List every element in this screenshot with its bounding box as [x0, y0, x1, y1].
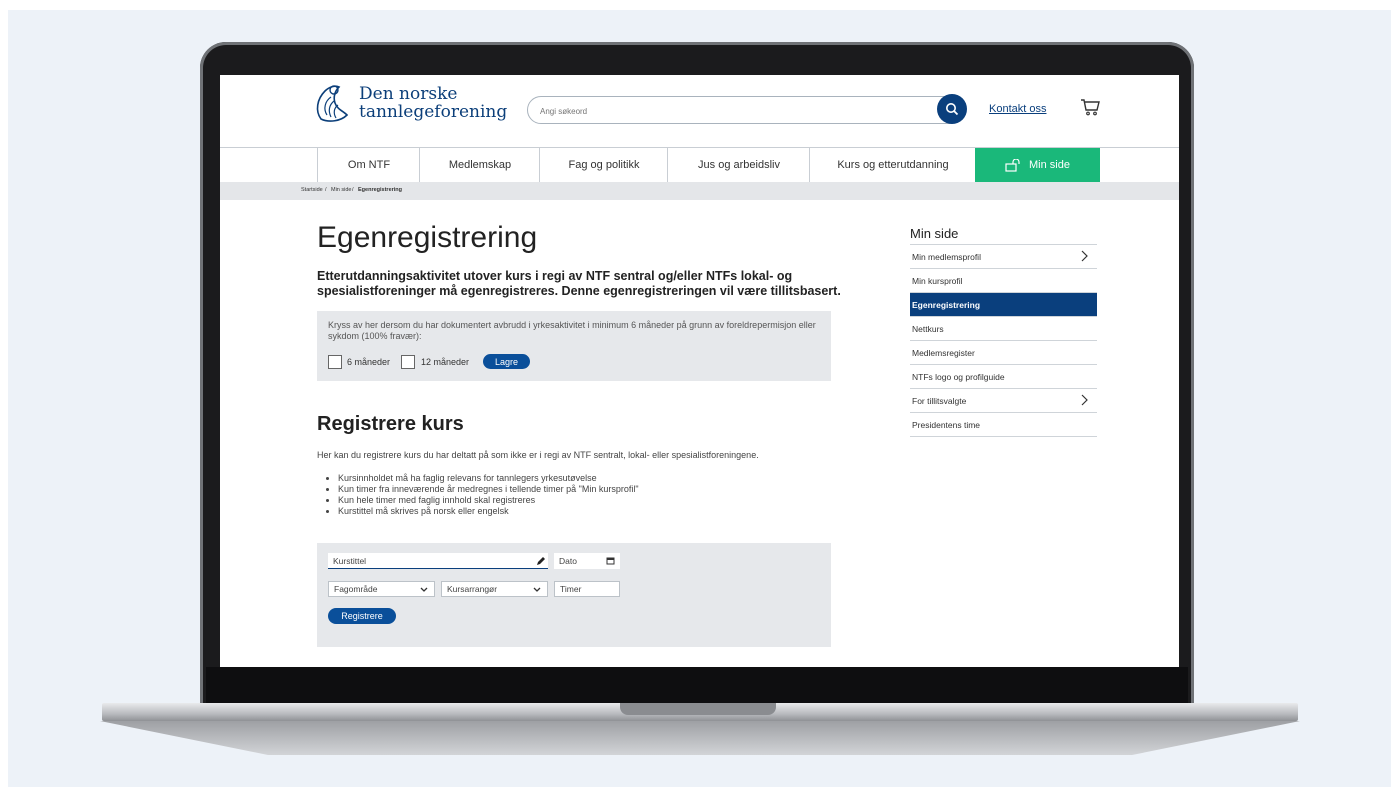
sidebar-item-label: NTFs logo og profilguide	[912, 371, 1005, 382]
laptop-shadow	[100, 721, 1300, 755]
nav-item-label: Jus og arbeidsliv	[698, 159, 780, 171]
chevron-down-icon	[533, 587, 541, 592]
sidebar-item-label: Egenregistrering	[912, 299, 981, 310]
sidebar-item-label: Min kursprofil	[912, 275, 963, 286]
chevron-right-icon	[1081, 394, 1088, 406]
sidebar-menu: Min medlemsprofil Min kursprofil Egenreg…	[910, 244, 1097, 437]
sidebar-item-egenregistrering[interactable]: Egenregistrering	[910, 293, 1097, 317]
organizer-placeholder: Kursarrangør	[447, 584, 498, 594]
sidebar-item-label: Presidentens time	[912, 419, 981, 430]
list-item: Kursinnholdet må ha faglig relevans for …	[338, 473, 639, 484]
nav-item-label: Medlemskap	[448, 159, 512, 171]
register-button[interactable]: Registrere	[328, 608, 396, 624]
logo-emblem-icon	[316, 85, 349, 122]
laptop-notch	[620, 703, 776, 715]
nav-item-om-ntf[interactable]: Om NTF	[317, 148, 420, 182]
sidebar-title: Min side	[910, 226, 959, 241]
subject-area-placeholder: Fagområde	[334, 584, 378, 594]
course-title-field[interactable]: Kurstittel	[328, 553, 548, 569]
laptop-bezel	[206, 667, 1188, 705]
search-input[interactable]	[538, 97, 922, 125]
nav-item-label: Fag og politikk	[568, 159, 640, 171]
contact-link[interactable]: Kontakt oss	[989, 103, 1046, 115]
nav-item-min-side[interactable]: Min side	[975, 148, 1100, 182]
sidebar-item-min-kursprofil[interactable]: Min kursprofil	[910, 269, 1097, 293]
nav-item-label: Min side	[1029, 159, 1070, 171]
nav-item-fag-og-politikk[interactable]: Fag og politikk	[539, 148, 668, 182]
course-rules-list: Kursinnholdet må ha faglig relevans for …	[328, 473, 639, 517]
nav-item-label: Kurs og etterutdanning	[837, 159, 949, 171]
sidebar-item-min-medlemsprofil[interactable]: Min medlemsprofil	[910, 245, 1097, 269]
cart-button[interactable]	[1080, 98, 1100, 121]
absence-panel: Kryss av her dersom du har dokumentert a…	[317, 311, 831, 381]
intro-text: Etterutdanningsaktivitet utover kurs i r…	[317, 269, 841, 298]
save-button[interactable]: Lagre	[483, 354, 530, 369]
search-button[interactable]	[937, 94, 967, 124]
checkbox-6-months[interactable]	[328, 355, 342, 369]
breadcrumb-separator: /	[325, 187, 327, 193]
checkbox-12-months[interactable]	[401, 355, 415, 369]
course-form: Kurstittel Dato Fagområde Kursarrangør T…	[317, 543, 831, 647]
sidebar-item-label: Nettkurs	[912, 323, 944, 334]
date-field[interactable]: Dato	[554, 553, 620, 569]
sidebar-item-nettkurs[interactable]: Nettkurs	[910, 317, 1097, 341]
subject-area-select[interactable]: Fagområde	[328, 581, 435, 597]
list-item: Kurstittel må skrives på norsk eller eng…	[338, 506, 639, 517]
list-item: Kun hele timer med faglig innhold skal r…	[338, 495, 639, 506]
main-navigation: Om NTF Medlemskap Fag og politikk Jus og…	[220, 147, 1179, 184]
logo-line-2: tannlegeforening	[359, 102, 508, 122]
breadcrumb: Startside / Min side / Egenregistrering	[220, 182, 1179, 200]
breadcrumb-startside[interactable]: Startside	[301, 187, 323, 193]
sidebar-item-logo-og-profilguide[interactable]: NTFs logo og profilguide	[910, 365, 1097, 389]
breadcrumb-separator: /	[352, 187, 354, 193]
website-screen: Den norske tannlegeforening Kontakt oss …	[220, 75, 1179, 667]
nav-item-label: Om NTF	[347, 159, 391, 171]
sidebar-item-for-tillitsvalgte[interactable]: For tillitsvalgte	[910, 389, 1097, 413]
hours-field[interactable]: Timer	[554, 581, 620, 597]
nav-item-medlemskap[interactable]: Medlemskap	[419, 148, 540, 182]
absence-text: Kryss av her dersom du har dokumentert a…	[328, 320, 816, 341]
organizer-select[interactable]: Kursarrangør	[441, 581, 548, 597]
search-bar	[527, 96, 963, 125]
logo-line-1: Den norske	[359, 84, 458, 104]
chevron-down-icon	[420, 587, 428, 592]
site-logo[interactable]: Den norske tannlegeforening	[313, 81, 507, 125]
pencil-icon	[537, 557, 545, 565]
course-title-placeholder: Kurstittel	[333, 555, 367, 566]
nav-item-kurs-og-etterutdanning[interactable]: Kurs og etterutdanning	[809, 148, 976, 182]
lock-icon	[1005, 158, 1020, 172]
page-title: Egenregistrering	[317, 221, 538, 254]
sidebar-item-label: Min medlemsprofil	[912, 251, 981, 262]
date-placeholder: Dato	[559, 556, 577, 566]
sidebar-item-label: Medlemsregister	[912, 347, 975, 358]
breadcrumb-min-side[interactable]: Min side	[331, 187, 351, 193]
search-icon	[946, 103, 959, 116]
hours-placeholder: Timer	[560, 584, 582, 594]
list-item: Kun timer fra inneværende år medregnes i…	[338, 484, 639, 495]
sidebar-item-medlemsregister[interactable]: Medlemsregister	[910, 341, 1097, 365]
cart-icon	[1081, 99, 1100, 116]
checkbox-6-months-label: 6 måneder	[347, 357, 391, 367]
course-heading: Registrere kurs	[317, 413, 464, 435]
calendar-icon	[606, 557, 615, 565]
sidebar-item-presidentens-time[interactable]: Presidentens time	[910, 413, 1097, 437]
sidebar-item-label: For tillitsvalgte	[912, 395, 967, 406]
nav-item-jus-og-arbeidsliv[interactable]: Jus og arbeidsliv	[667, 148, 810, 182]
course-description: Her kan du registrere kurs du har deltat…	[317, 450, 759, 460]
chevron-right-icon	[1081, 250, 1088, 262]
checkbox-12-months-label: 12 måneder	[421, 357, 470, 367]
breadcrumb-current: Egenregistrering	[358, 187, 403, 193]
